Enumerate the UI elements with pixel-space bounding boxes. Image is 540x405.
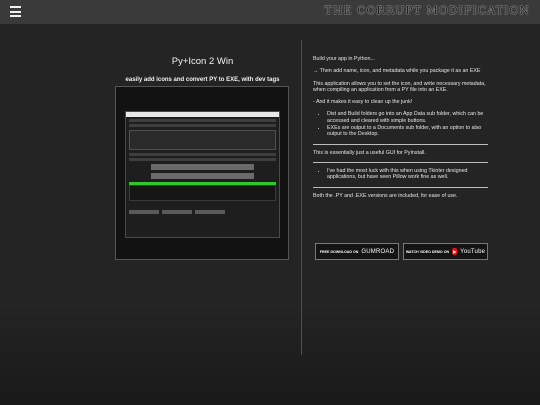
preview-button — [151, 173, 254, 179]
list-item: I've had the most luck with this when us… — [327, 168, 488, 181]
divider-line — [313, 186, 488, 188]
youtube-play-icon: ▶ — [452, 248, 458, 255]
preview-small-button — [129, 210, 159, 214]
product-subtitle: easily add icons and convert PY to EXE, … — [125, 77, 280, 83]
divider-line — [313, 161, 488, 163]
gumroad-download-button[interactable]: FREE DOWNLOAD ON GUMROAD — [315, 243, 399, 260]
gumroad-prefix: FREE DOWNLOAD ON — [319, 249, 359, 254]
top-bar: THE CORRUPT MODIFICATION — [0, 0, 540, 24]
preview-small-button — [195, 210, 225, 214]
description-cleanup: - And it makes it easy to clean up the j… — [313, 99, 413, 106]
preview-titlebar — [126, 112, 279, 117]
app-window-preview — [125, 111, 280, 238]
vertical-divider — [301, 40, 302, 355]
preview-button — [151, 164, 254, 170]
action-buttons: FREE DOWNLOAD ON GUMROAD WATCH VIDEO DEM… — [315, 243, 490, 260]
gumroad-logo: GUMROAD — [361, 248, 395, 255]
product-title: Py+Icon 2 Win — [171, 56, 234, 67]
background-fade — [0, 300, 540, 405]
youtube-logo: YouTube — [460, 248, 486, 255]
preview-row — [129, 153, 276, 156]
description-body: This application allows you to set the i… — [313, 80, 486, 93]
preview-log — [129, 185, 276, 201]
preview-row — [129, 124, 276, 127]
product-header: Py+Icon 2 Win easily add icons and conve… — [110, 40, 295, 83]
youtube-demo-button[interactable]: WATCH VIDEO DEMO ON ▶ YouTube — [403, 243, 488, 260]
hamburger-icon[interactable] — [10, 6, 21, 17]
description-versions: Both the .PY and .EXE versions are inclu… — [313, 192, 458, 199]
description: Build your app in Python... → Then add n… — [313, 56, 488, 205]
preview-text-area — [129, 130, 276, 150]
description-intro: Build your app in Python... — [313, 56, 375, 62]
note-list: I've had the most luck with this when us… — [313, 168, 488, 181]
preview-row — [129, 119, 276, 122]
site-title[interactable]: THE CORRUPT MODIFICATION — [325, 4, 530, 17]
preview-row — [129, 158, 276, 161]
preview-small-button — [162, 210, 192, 214]
app-screenshot — [115, 86, 289, 260]
list-item: EXEs are output to a Documents sub folde… — [327, 125, 488, 138]
description-gui-note: This is essentially just a useful GUI fo… — [313, 149, 426, 156]
feature-list: Dist and Build folders go into an App Da… — [313, 111, 488, 137]
youtube-prefix: WATCH VIDEO DEMO ON — [405, 249, 450, 254]
description-arrow-line: → Then add name, icon, and metadata whil… — [313, 68, 481, 75]
divider-line — [313, 143, 488, 145]
list-item: Dist and Build folders go into an App Da… — [327, 111, 488, 124]
